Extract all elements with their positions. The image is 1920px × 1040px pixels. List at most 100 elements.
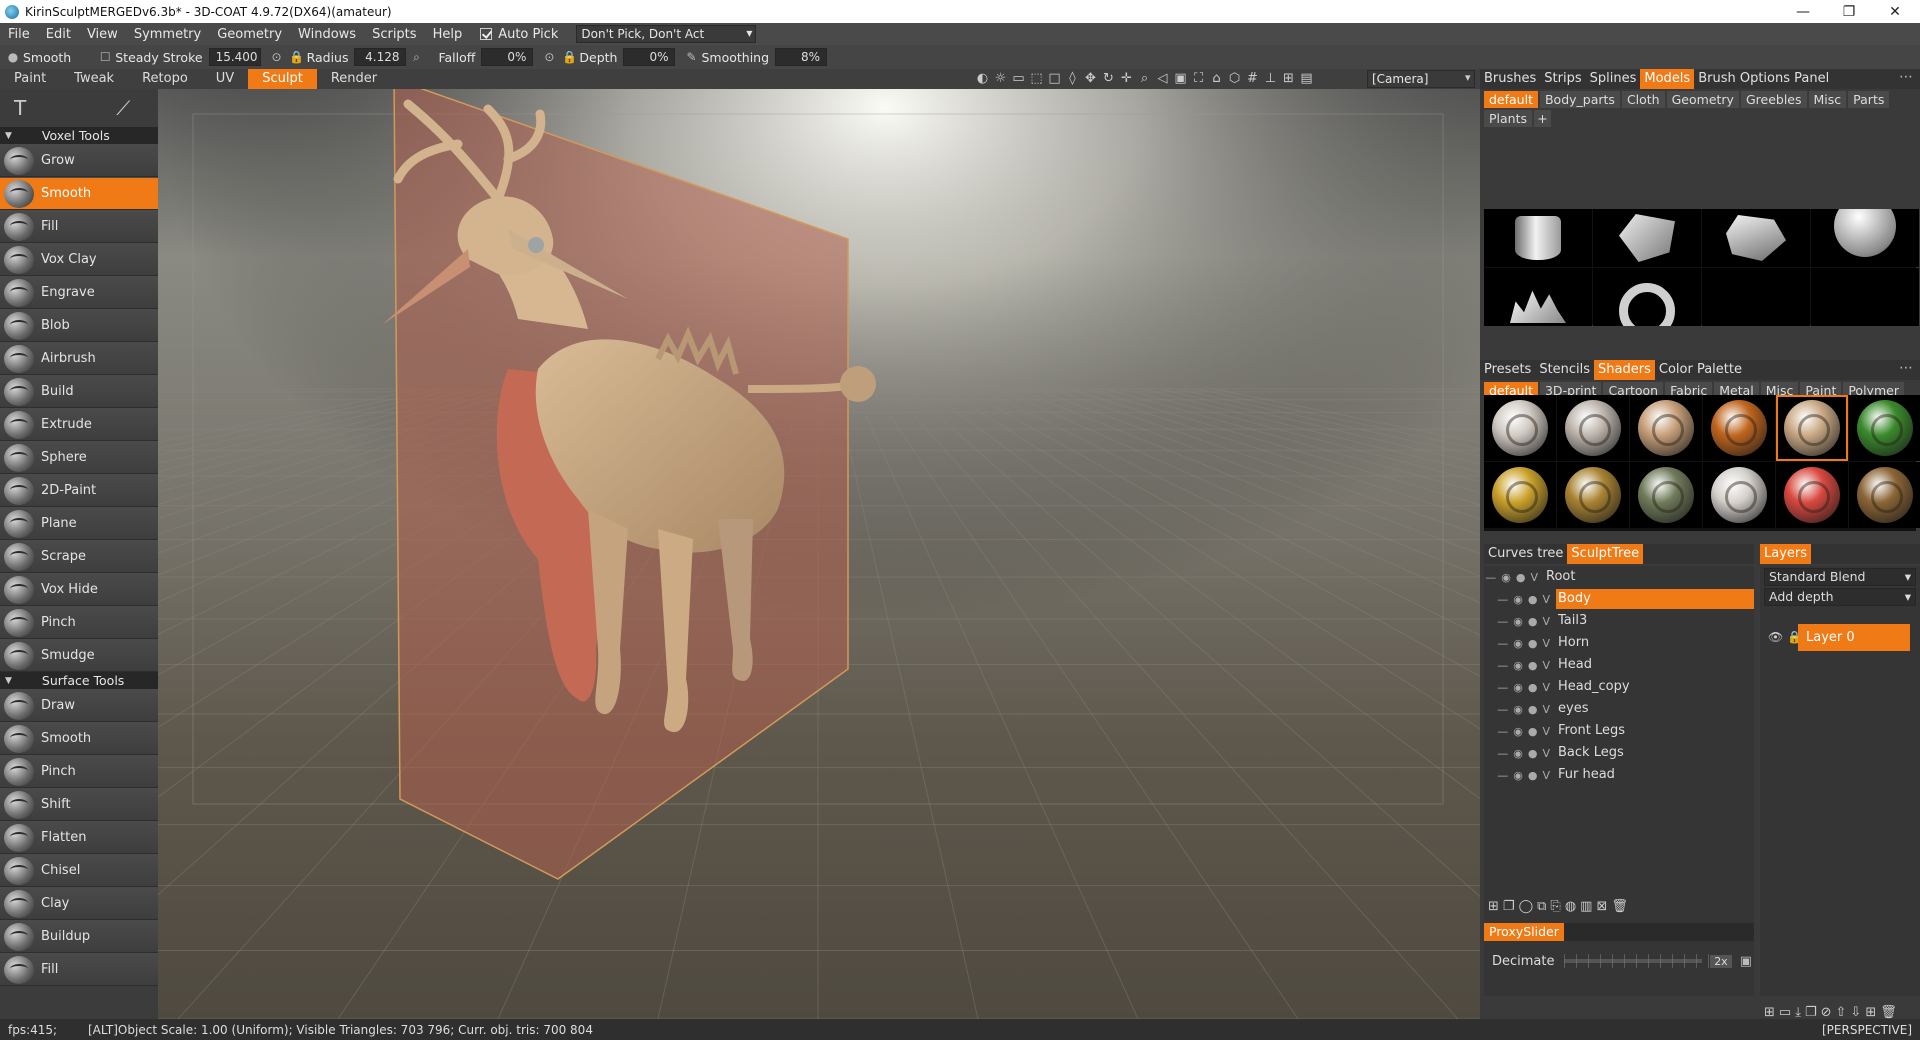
tree-row-eyes[interactable]: — ◉ ● Veyes [1484, 698, 1754, 720]
proxy-slider-title[interactable]: ProxySlider [1484, 923, 1564, 941]
apply-icon[interactable]: ▣ [1740, 954, 1752, 969]
merge-down-icon[interactable]: ⤓ [1795, 1005, 1801, 1020]
shader-swatch[interactable] [1557, 395, 1629, 461]
zoom-icon[interactable]: ⌕ [1137, 71, 1152, 86]
duplicate-icon[interactable]: ❐ [1805, 1005, 1817, 1020]
eye-icon[interactable]: ◉ [1513, 615, 1523, 628]
lock-icon[interactable]: 🔒 [289, 50, 304, 64]
voxel-tool-2d-paint[interactable]: 2D-Paint [0, 474, 158, 507]
voxel-tool-smudge[interactable]: Smudge [0, 639, 158, 672]
more-icon[interactable]: ⋯ [1899, 360, 1914, 376]
delete-icon[interactable]: 🗑 [1611, 899, 1628, 914]
folder-icon[interactable]: ▭ [1779, 1005, 1791, 1020]
tab-brushes[interactable]: Brushes [1480, 69, 1540, 89]
collapse-icon[interactable]: — [1497, 681, 1508, 694]
box-icon[interactable]: □ [1047, 71, 1062, 86]
ghost-icon[interactable]: ● [1528, 725, 1538, 738]
surface-tool-smooth[interactable]: Smooth [0, 722, 158, 755]
shader-swatch[interactable] [1849, 462, 1920, 528]
surface-tool-draw[interactable]: Draw [0, 689, 158, 722]
surface-tool-clay[interactable]: Clay [0, 887, 158, 920]
frame-icon[interactable]: ▭ [1011, 71, 1026, 86]
voxel-tool-vox-clay[interactable]: Vox Clay [0, 243, 158, 276]
rotate-icon[interactable]: ↻ [1101, 71, 1116, 86]
ghost-icon[interactable]: ● [1528, 615, 1538, 628]
wireframe-icon[interactable]: ⊞ [1281, 71, 1296, 86]
blend-mode-select[interactable]: Standard Blend [1764, 568, 1916, 586]
ghost-icon[interactable]: ● [1516, 571, 1526, 584]
surface-tools-header[interactable]: ▼ Surface Tools [0, 672, 158, 689]
brush-icon[interactable]: ⟋ [116, 96, 130, 120]
voxel-tool-fill[interactable]: Fill [0, 210, 158, 243]
layer-item[interactable]: Layer 0 [1798, 624, 1910, 651]
category-default[interactable]: default [1484, 91, 1538, 108]
shader-swatch[interactable] [1703, 462, 1775, 528]
grid-icon[interactable]: # [1245, 71, 1260, 86]
tree-row-back-legs[interactable]: — ◉ ● V Back Legs [1484, 742, 1754, 764]
cube-icon[interactable]: ⬡ [1227, 71, 1242, 86]
shader-swatch[interactable] [1630, 462, 1702, 528]
room-retopo[interactable]: Retopo [128, 69, 202, 89]
merge-icon[interactable]: ⧉ [1537, 899, 1546, 914]
eye-icon[interactable]: ◉ [1513, 659, 1523, 672]
model-empty[interactable] [1702, 268, 1810, 326]
fit-icon[interactable]: ▣ [1173, 71, 1188, 86]
surface-tool-fill[interactable]: Fill [0, 953, 158, 986]
collapse-icon[interactable]: — [1497, 769, 1508, 782]
shader-swatch[interactable] [1484, 462, 1556, 528]
category-greebles[interactable]: Greebles [1740, 91, 1807, 108]
camera-select[interactable]: [Camera] [1367, 70, 1475, 88]
shader-swatch[interactable] [1630, 395, 1702, 461]
room-uv[interactable]: UV [202, 69, 248, 89]
model-dodecahedron[interactable] [1593, 209, 1701, 267]
light-icon[interactable]: ☼ [993, 71, 1008, 86]
category-plants[interactable]: Plants [1484, 110, 1533, 127]
auto-pick-checkbox[interactable] [480, 28, 493, 40]
axis-icon[interactable]: ⊥ [1263, 71, 1278, 86]
smoothing-value[interactable]: 8% [775, 48, 828, 66]
collapse-icon[interactable]: — [1497, 637, 1508, 650]
tab-shaders[interactable]: Shaders [1594, 360, 1655, 380]
add-category-icon[interactable]: + [1534, 110, 1552, 127]
voxel-tool-plane[interactable]: Plane [0, 507, 158, 540]
menu-file[interactable]: File [0, 27, 38, 42]
model-torus[interactable] [1593, 268, 1701, 326]
collapse-icon[interactable]: — [1485, 571, 1496, 584]
surface-tool-chisel[interactable]: Chisel [0, 854, 158, 887]
eye-icon[interactable]: 👁 🔒 [1768, 630, 1802, 644]
back-icon[interactable]: ◁ [1155, 71, 1170, 86]
add-volume-icon[interactable]: ⊞ [1488, 899, 1499, 914]
steady-stroke-checkbox[interactable]: ☐ [98, 50, 112, 64]
menu-geometry[interactable]: Geometry [209, 27, 290, 42]
eye-icon[interactable]: ◉ [1513, 703, 1523, 716]
category-cloth[interactable]: Cloth [1621, 91, 1665, 108]
copy-icon[interactable]: ⎘ [1550, 899, 1560, 914]
ghost-icon[interactable]: ● [1528, 681, 1538, 694]
transform-icon[interactable]: ✥ [1083, 71, 1098, 86]
menu-symmetry[interactable]: Symmetry [126, 27, 209, 42]
scene-canvas[interactable] [158, 89, 1480, 1019]
eye-icon[interactable]: ◉ [1513, 637, 1523, 650]
tree-row-body[interactable]: — ◉ ● V Body [1484, 588, 1754, 610]
maximize-button[interactable]: ❐ [1826, 0, 1872, 23]
tab-splines[interactable]: Splines [1586, 69, 1641, 89]
pick-mode-select[interactable]: Don't Pick, Don't Act [576, 25, 757, 43]
more-icon[interactable]: ⋯ [1899, 69, 1914, 85]
tree-row-horn[interactable]: — ◉ ● V Horn [1484, 632, 1754, 654]
search-icon[interactable]: ⌕ [409, 50, 423, 64]
depth-mode-select[interactable]: Add depth [1764, 588, 1916, 606]
tree-row-front-legs[interactable]: — ◉ ● V Front Legs [1484, 720, 1754, 742]
tab-stencils[interactable]: Stencils [1535, 360, 1594, 380]
voxel-tool-airbrush[interactable]: Airbrush [0, 342, 158, 375]
tab-layers[interactable]: Layers [1760, 544, 1812, 564]
minimize-button[interactable]: — [1780, 0, 1826, 23]
radius-value[interactable]: 4.128 [354, 48, 407, 66]
text-tool-icon[interactable]: T [14, 96, 26, 120]
eye-icon[interactable]: ◉ [1513, 725, 1523, 738]
voxel-tool-sphere[interactable]: Sphere [0, 441, 158, 474]
voxel-tool-build[interactable]: Build [0, 375, 158, 408]
eye-icon[interactable]: ◉ [1513, 769, 1523, 782]
model-cylinder[interactable] [1484, 209, 1592, 267]
ghost-icon[interactable]: ● [1528, 747, 1538, 760]
voxel-tool-vox-hide[interactable]: Vox Hide [0, 573, 158, 606]
